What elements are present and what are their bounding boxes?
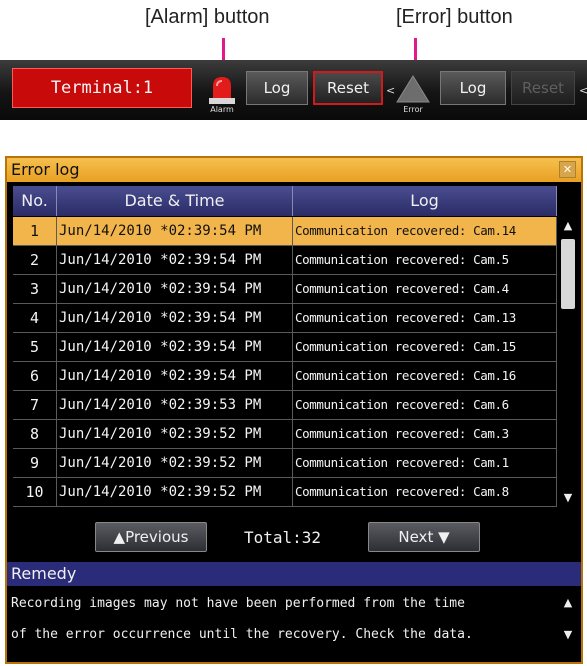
row-date-time: Jun/14/2010 *02:39:54 PM bbox=[57, 275, 293, 303]
alarm-button[interactable]: Alarm bbox=[203, 72, 241, 114]
error-leader-line bbox=[414, 38, 417, 60]
alarm-caption: Alarm bbox=[210, 105, 234, 114]
error-log-button[interactable]: Log bbox=[440, 71, 506, 105]
row-number: 1 bbox=[13, 217, 57, 245]
row-number: 8 bbox=[13, 420, 57, 448]
row-date-time: Jun/14/2010 *02:39:52 PM bbox=[57, 420, 293, 448]
alarm-log-button[interactable]: Log bbox=[246, 71, 308, 105]
remedy-text: Recording images may not have been perfo… bbox=[11, 588, 551, 650]
alarm-reset-button[interactable]: Reset bbox=[313, 71, 383, 105]
scroll-thumb[interactable] bbox=[561, 239, 575, 309]
previous-button[interactable]: ▲Previous bbox=[95, 522, 207, 552]
error-log-window: Error log ✕ No. Date & Time Log 1 Jun/14… bbox=[5, 156, 583, 664]
table-row[interactable]: 4 Jun/14/2010 *02:39:54 PM Communication… bbox=[13, 304, 557, 333]
remedy-line: of the error occurrence until the recove… bbox=[11, 627, 473, 642]
column-header-date-time: Date & Time bbox=[57, 186, 293, 216]
table-header: No. Date & Time Log bbox=[13, 186, 557, 216]
status-bar: Terminal:1 Alarm Log Reset < Error Log R… bbox=[0, 60, 587, 120]
error-triangle-icon bbox=[396, 75, 430, 103]
terminal-indicator: Terminal:1 bbox=[12, 68, 192, 108]
row-number: 10 bbox=[13, 478, 57, 506]
chevron-left-icon: < bbox=[579, 84, 587, 97]
row-date-time: Jun/14/2010 *02:39:54 PM bbox=[57, 217, 293, 245]
row-log-text: Communication recovered: Cam.16 bbox=[293, 362, 557, 390]
row-number: 9 bbox=[13, 449, 57, 477]
remedy-title: Remedy bbox=[7, 562, 581, 586]
column-header-no: No. bbox=[13, 186, 57, 216]
table-row[interactable]: 5 Jun/14/2010 *02:39:54 PM Communication… bbox=[13, 333, 557, 362]
row-date-time: Jun/14/2010 *02:39:54 PM bbox=[57, 362, 293, 390]
log-scrollbar[interactable]: ▲ ▼ bbox=[559, 217, 577, 507]
row-log-text: Communication recovered: Cam.4 bbox=[293, 275, 557, 303]
alarm-leader-line bbox=[222, 38, 225, 60]
row-log-text: Communication recovered: Cam.8 bbox=[293, 478, 557, 506]
error-button[interactable]: Error bbox=[393, 72, 433, 114]
next-button[interactable]: Next ▼ bbox=[368, 522, 480, 552]
row-date-time: Jun/14/2010 *02:39:52 PM bbox=[57, 478, 293, 506]
row-date-time: Jun/14/2010 *02:39:54 PM bbox=[57, 333, 293, 361]
row-number: 7 bbox=[13, 391, 57, 419]
row-log-text: Communication recovered: Cam.1 bbox=[293, 449, 557, 477]
row-log-text: Communication recovered: Cam.3 bbox=[293, 420, 557, 448]
total-count: Total:32 bbox=[244, 528, 322, 547]
row-log-text: Communication recovered: Cam.13 bbox=[293, 304, 557, 332]
error-button-annotation: [Error] button bbox=[396, 6, 513, 28]
row-number: 3 bbox=[13, 275, 57, 303]
window-title: Error log bbox=[7, 158, 581, 182]
row-number: 6 bbox=[13, 362, 57, 390]
scroll-down-icon[interactable]: ▼ bbox=[559, 626, 577, 644]
row-log-text: Communication recovered: Cam.14 bbox=[293, 217, 557, 245]
error-reset-button[interactable]: Reset bbox=[511, 71, 575, 105]
row-date-time: Jun/14/2010 *02:39:54 PM bbox=[57, 304, 293, 332]
alarm-lamp-icon bbox=[209, 77, 235, 104]
pagination: ▲Previous Total:32 Next ▼ bbox=[7, 518, 581, 554]
scroll-down-icon[interactable]: ▼ bbox=[559, 489, 577, 507]
table-row[interactable]: 7 Jun/14/2010 *02:39:53 PM Communication… bbox=[13, 391, 557, 420]
scroll-up-icon[interactable]: ▲ bbox=[559, 217, 577, 235]
row-log-text: Communication recovered: Cam.6 bbox=[293, 391, 557, 419]
table-row[interactable]: 8 Jun/14/2010 *02:39:52 PM Communication… bbox=[13, 420, 557, 449]
table-row[interactable]: 2 Jun/14/2010 *02:39:54 PM Communication… bbox=[13, 246, 557, 275]
row-log-text: Communication recovered: Cam.5 bbox=[293, 246, 557, 274]
table-row[interactable]: 6 Jun/14/2010 *02:39:54 PM Communication… bbox=[13, 362, 557, 391]
row-date-time: Jun/14/2010 *02:39:54 PM bbox=[57, 246, 293, 274]
row-date-time: Jun/14/2010 *02:39:53 PM bbox=[57, 391, 293, 419]
alarm-button-annotation: [Alarm] button bbox=[145, 6, 270, 28]
log-table: 1 Jun/14/2010 *02:39:54 PM Communication… bbox=[13, 217, 557, 507]
column-header-log: Log bbox=[293, 186, 557, 216]
error-caption: Error bbox=[403, 105, 423, 114]
table-row[interactable]: 9 Jun/14/2010 *02:39:52 PM Communication… bbox=[13, 449, 557, 478]
close-icon[interactable]: ✕ bbox=[559, 161, 576, 178]
table-row[interactable]: 3 Jun/14/2010 *02:39:54 PM Communication… bbox=[13, 275, 557, 304]
row-number: 2 bbox=[13, 246, 57, 274]
scroll-up-icon[interactable]: ▲ bbox=[559, 594, 577, 612]
table-row[interactable]: 10 Jun/14/2010 *02:39:52 PM Communicatio… bbox=[13, 478, 557, 507]
table-row[interactable]: 1 Jun/14/2010 *02:39:54 PM Communication… bbox=[13, 217, 557, 246]
row-date-time: Jun/14/2010 *02:39:52 PM bbox=[57, 449, 293, 477]
row-number: 4 bbox=[13, 304, 57, 332]
remedy-line: Recording images may not have been perfo… bbox=[11, 596, 465, 611]
row-log-text: Communication recovered: Cam.15 bbox=[293, 333, 557, 361]
remedy-scrollbar[interactable]: ▲ ▼ bbox=[559, 588, 577, 652]
row-number: 5 bbox=[13, 333, 57, 361]
